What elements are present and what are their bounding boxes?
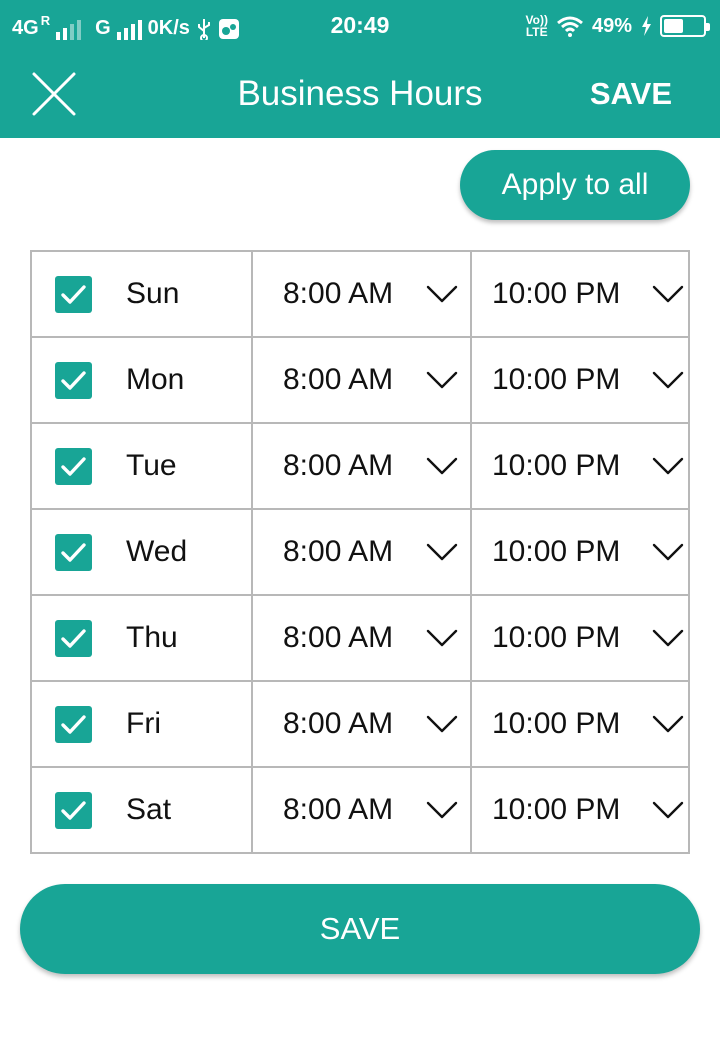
table-row: Sun 8:00 AM 10:00 PM <box>32 252 690 338</box>
closing-time-dropdown[interactable]: 10:00 PM <box>472 768 690 854</box>
table-row: Mon 8:00 AM 10:00 PM <box>32 338 690 424</box>
chevron-down-icon[interactable] <box>652 628 684 648</box>
closing-time-dropdown[interactable]: 10:00 PM <box>472 338 690 424</box>
opening-time-value: 8:00 AM <box>283 277 394 310</box>
chevron-down-icon[interactable] <box>652 714 684 734</box>
battery-percent-label: 49% <box>591 14 632 37</box>
chevron-down-icon[interactable] <box>426 628 458 648</box>
opening-time-value: 8:00 AM <box>283 535 394 568</box>
day-cell: Wed <box>32 510 253 596</box>
table-row: Tue 8:00 AM 10:00 PM <box>32 424 690 510</box>
save-button[interactable]: SAVE <box>20 884 700 974</box>
closing-time-value: 10:00 PM <box>492 363 621 396</box>
day-label: Thu <box>126 621 178 654</box>
chevron-down-icon[interactable] <box>652 542 684 562</box>
closing-time-value: 10:00 PM <box>492 277 621 310</box>
opening-time-value: 8:00 AM <box>283 793 394 826</box>
toolbar: Business Hours SAVE <box>0 52 720 138</box>
chevron-down-icon[interactable] <box>426 284 458 304</box>
day-cell: Fri <box>32 682 253 768</box>
toolbar-save-button[interactable]: SAVE <box>590 76 672 112</box>
opening-time-value: 8:00 AM <box>283 621 394 654</box>
status-bar: 4G R G 0K/s 20:49 Vo)) LTE 49% <box>0 0 720 52</box>
chevron-down-icon[interactable] <box>426 714 458 734</box>
day-label: Sun <box>126 277 180 310</box>
status-right: Vo)) LTE 49% <box>526 12 710 40</box>
closing-time-dropdown[interactable]: 10:00 PM <box>472 252 690 338</box>
chevron-down-icon[interactable] <box>652 370 684 390</box>
closing-time-value: 10:00 PM <box>492 535 621 568</box>
opening-time-dropdown[interactable]: 8:00 AM <box>253 682 472 768</box>
closing-time-dropdown[interactable]: 10:00 PM <box>472 510 690 596</box>
checkbox-checked-icon[interactable] <box>55 448 92 485</box>
table-row: Wed 8:00 AM 10:00 PM <box>32 510 690 596</box>
day-label: Tue <box>126 449 177 482</box>
closing-time-value: 10:00 PM <box>492 449 621 482</box>
closing-time-dropdown[interactable]: 10:00 PM <box>472 682 690 768</box>
app-header: 4G R G 0K/s 20:49 Vo)) LTE 49% Business … <box>0 0 720 138</box>
volte-indicator: Vo)) LTE <box>526 14 548 38</box>
day-cell: Sun <box>32 252 253 338</box>
day-label: Mon <box>126 363 185 396</box>
day-cell: Mon <box>32 338 253 424</box>
day-cell: Tue <box>32 424 253 510</box>
chevron-down-icon[interactable] <box>426 542 458 562</box>
closing-time-dropdown[interactable]: 10:00 PM <box>472 424 690 510</box>
checkbox-checked-icon[interactable] <box>55 362 92 399</box>
table-row: Thu 8:00 AM 10:00 PM <box>32 596 690 682</box>
battery-icon <box>660 15 710 37</box>
chevron-down-icon[interactable] <box>426 456 458 476</box>
opening-time-dropdown[interactable]: 8:00 AM <box>253 424 472 510</box>
table-row: Fri 8:00 AM 10:00 PM <box>32 682 690 768</box>
checkbox-checked-icon[interactable] <box>55 276 92 313</box>
opening-time-dropdown[interactable]: 8:00 AM <box>253 596 472 682</box>
closing-time-value: 10:00 PM <box>492 793 621 826</box>
opening-time-value: 8:00 AM <box>283 363 394 396</box>
chevron-down-icon[interactable] <box>426 800 458 820</box>
day-label: Sat <box>126 793 172 826</box>
volte-bottom-label: LTE <box>525 25 548 39</box>
business-hours-table: Sun 8:00 AM 10:00 PM Mon 8:00 AM 10:00 PM Tue 8… <box>30 250 690 854</box>
checkbox-checked-icon[interactable] <box>55 534 92 571</box>
chevron-down-icon[interactable] <box>652 284 684 304</box>
opening-time-value: 8:00 AM <box>283 449 394 482</box>
chevron-down-icon[interactable] <box>652 800 684 820</box>
closing-time-value: 10:00 PM <box>492 621 621 654</box>
chevron-down-icon[interactable] <box>652 456 684 476</box>
day-cell: Thu <box>32 596 253 682</box>
checkbox-checked-icon[interactable] <box>55 620 92 657</box>
closing-time-dropdown[interactable]: 10:00 PM <box>472 596 690 682</box>
day-cell: Sat <box>32 768 253 854</box>
battery-level-fill <box>664 19 683 33</box>
opening-time-dropdown[interactable]: 8:00 AM <box>253 338 472 424</box>
chevron-down-icon[interactable] <box>426 370 458 390</box>
opening-time-value: 8:00 AM <box>283 707 394 740</box>
checkbox-checked-icon[interactable] <box>55 792 92 829</box>
opening-time-dropdown[interactable]: 8:00 AM <box>253 510 472 596</box>
closing-time-value: 10:00 PM <box>492 707 621 740</box>
wifi-icon <box>557 16 583 37</box>
opening-time-dropdown[interactable]: 8:00 AM <box>253 768 472 854</box>
table-row: Sat 8:00 AM 10:00 PM <box>32 768 690 854</box>
checkbox-checked-icon[interactable] <box>55 706 92 743</box>
day-label: Fri <box>126 707 161 740</box>
day-label: Wed <box>126 535 188 568</box>
charging-icon <box>642 16 651 36</box>
apply-to-all-button[interactable]: Apply to all <box>460 150 690 220</box>
opening-time-dropdown[interactable]: 8:00 AM <box>253 252 472 338</box>
